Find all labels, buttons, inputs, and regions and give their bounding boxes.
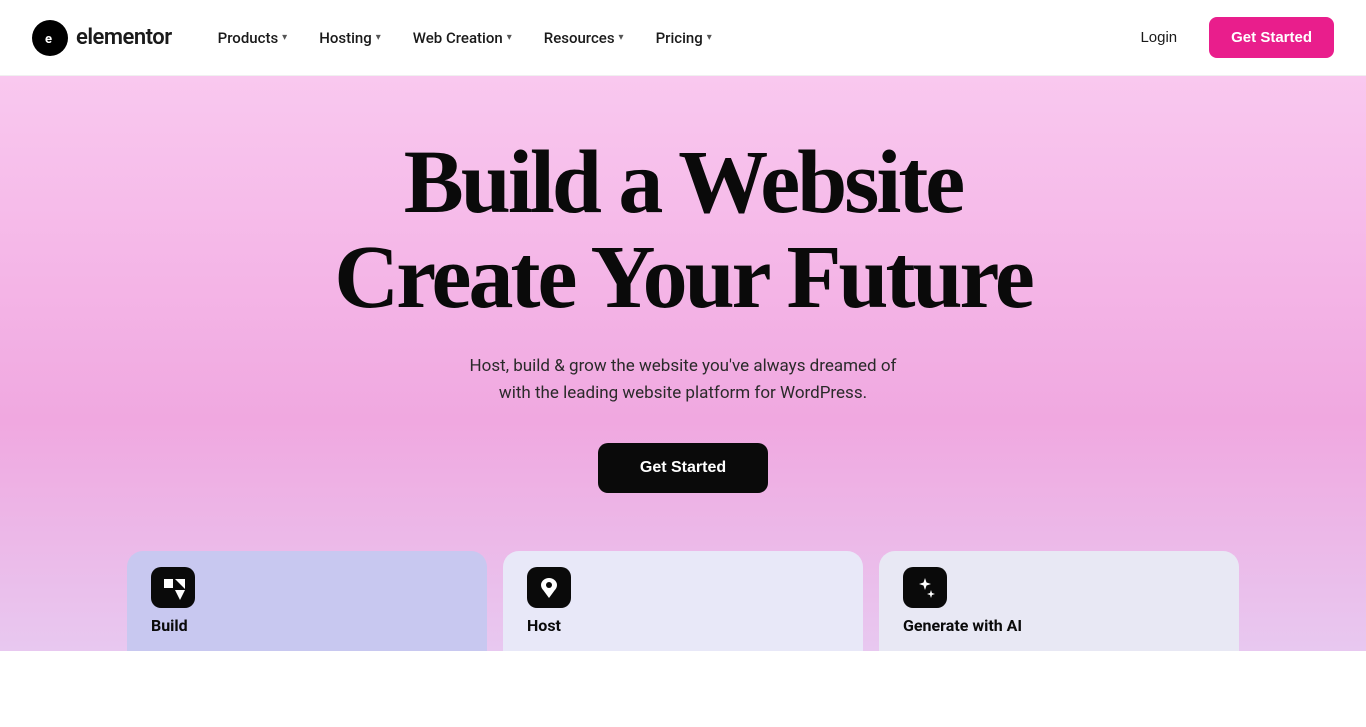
get-started-header-button[interactable]: Get Started — [1209, 17, 1334, 58]
header: e elementor Products ▾ Hosting ▾ Web Cre… — [0, 0, 1366, 76]
feature-cards-row: Build Host Generate with AI — [0, 551, 1366, 651]
card-build[interactable]: Build — [127, 551, 487, 651]
card-ai-label: Generate with AI — [903, 616, 1022, 635]
chevron-down-icon: ▾ — [507, 32, 512, 43]
card-host-label: Host — [527, 616, 561, 635]
card-ai[interactable]: Generate with AI — [879, 551, 1239, 651]
logo-name: elementor — [76, 25, 172, 50]
chevron-down-icon: ▾ — [619, 32, 624, 43]
svg-text:e: e — [45, 32, 52, 47]
main-nav: Products ▾ Hosting ▾ Web Creation ▾ Reso… — [204, 21, 726, 55]
nav-item-pricing[interactable]: Pricing ▾ — [642, 21, 726, 55]
chevron-down-icon: ▾ — [282, 32, 287, 43]
header-left: e elementor Products ▾ Hosting ▾ Web Cre… — [32, 20, 726, 56]
nav-item-web-creation[interactable]: Web Creation ▾ — [399, 21, 526, 55]
nav-item-resources[interactable]: Resources ▾ — [530, 21, 638, 55]
login-button[interactable]: Login — [1124, 21, 1193, 54]
build-icon — [151, 567, 195, 608]
logo-icon: e — [32, 20, 68, 56]
hero-cta-button[interactable]: Get Started — [598, 443, 768, 493]
hero-section: Build a Website Create Your Future Host,… — [0, 76, 1366, 651]
chevron-down-icon: ▾ — [707, 32, 712, 43]
card-build-label: Build — [151, 616, 188, 635]
chevron-down-icon: ▾ — [376, 32, 381, 43]
hero-subtitle: Host, build & grow the website you've al… — [470, 353, 897, 407]
header-right: Login Get Started — [1124, 17, 1334, 58]
host-icon — [527, 567, 571, 608]
card-host[interactable]: Host — [503, 551, 863, 651]
nav-item-products[interactable]: Products ▾ — [204, 21, 302, 55]
ai-icon — [903, 567, 947, 608]
logo-link[interactable]: e elementor — [32, 20, 172, 56]
nav-item-hosting[interactable]: Hosting ▾ — [305, 21, 395, 55]
hero-title: Build a Website Create Your Future — [334, 136, 1032, 325]
